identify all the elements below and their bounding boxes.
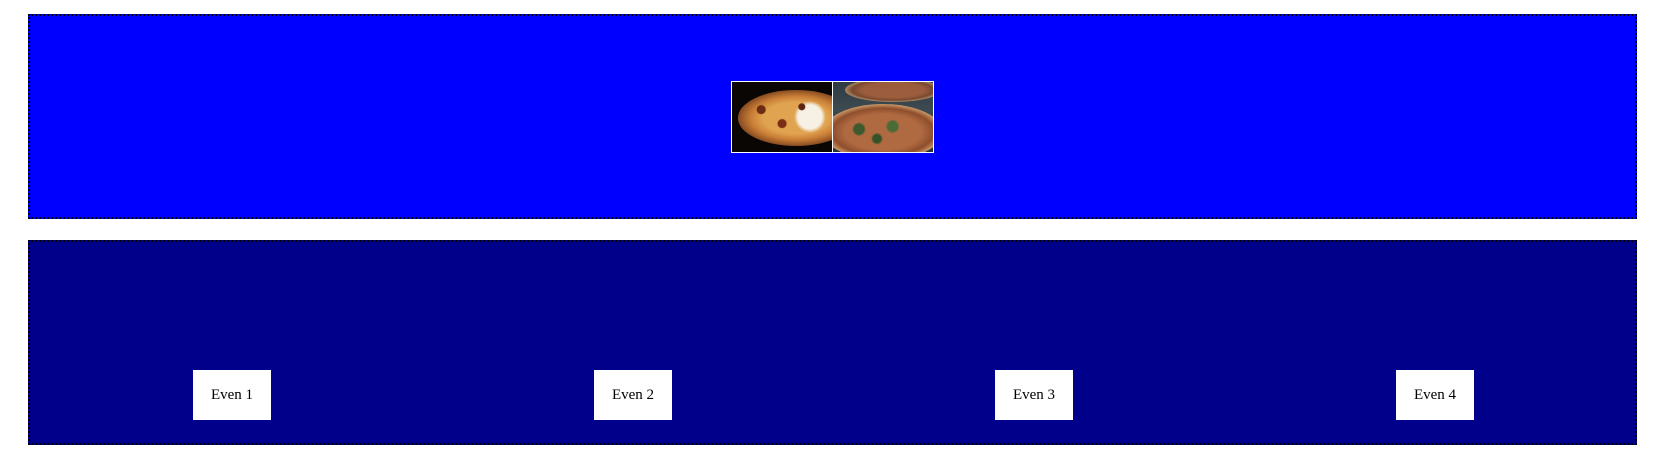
even-box-2: Even 2 [594,370,672,420]
top-panel [28,14,1637,219]
page: Even 1 Even 2 Even 3 Even 4 [0,0,1659,457]
pizza-image-strip [731,81,935,153]
bottom-panel: Even 1 Even 2 Even 3 Even 4 [28,240,1637,445]
pizza-image-background [845,82,933,102]
even-box-1: Even 1 [193,370,271,420]
pizza-photo-2 [832,81,934,153]
pizza-image [738,90,832,146]
pizza-photo-1 [731,81,833,153]
pizza-image [833,104,933,152]
even-box-3: Even 3 [995,370,1073,420]
even-box-4: Even 4 [1396,370,1474,420]
